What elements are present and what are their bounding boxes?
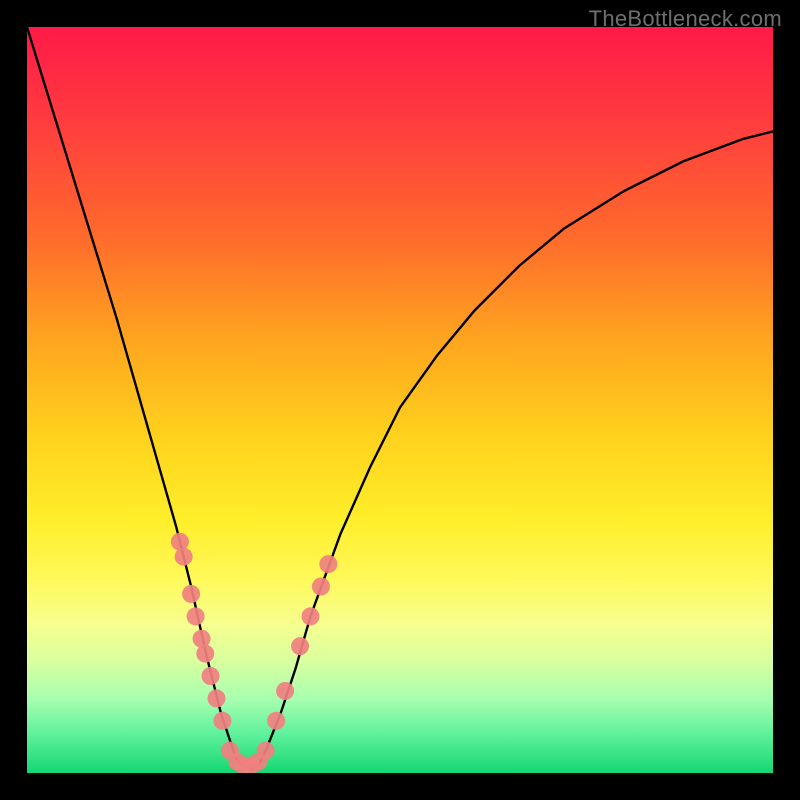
marker-dot — [276, 682, 294, 700]
marker-dot — [319, 555, 337, 573]
marker-dot — [202, 667, 220, 685]
watermark-text: TheBottleneck.com — [589, 6, 782, 32]
marker-dot — [207, 689, 225, 707]
chart-overlay — [27, 27, 773, 773]
data-markers — [171, 533, 337, 773]
marker-dot — [257, 742, 275, 760]
marker-dot — [175, 548, 193, 566]
chart-frame: TheBottleneck.com — [0, 0, 800, 800]
bottleneck-curve — [27, 27, 773, 769]
marker-dot — [301, 607, 319, 625]
marker-dot — [291, 637, 309, 655]
marker-dot — [267, 712, 285, 730]
marker-dot — [182, 585, 200, 603]
marker-dot — [213, 712, 231, 730]
marker-dot — [312, 578, 330, 596]
plot-area — [27, 27, 773, 773]
marker-dot — [187, 607, 205, 625]
marker-dot — [196, 645, 214, 663]
